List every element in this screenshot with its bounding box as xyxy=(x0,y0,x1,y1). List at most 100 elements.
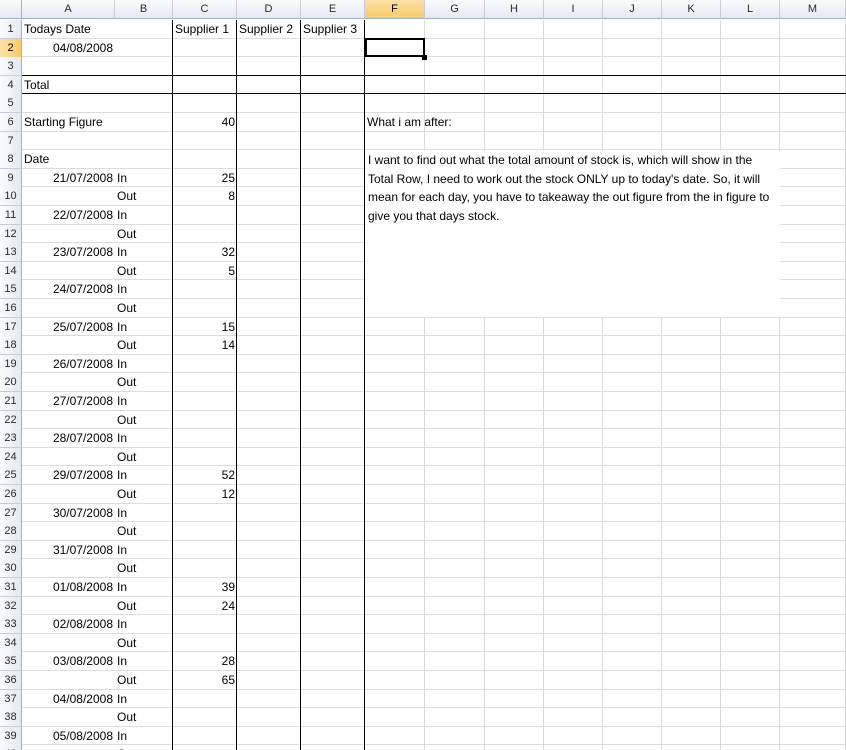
row-header-6[interactable]: 6 xyxy=(0,113,22,132)
out-label[interactable]: Out xyxy=(115,634,173,652)
column-header-i[interactable]: I xyxy=(544,0,603,19)
in-label[interactable]: In xyxy=(115,355,173,373)
out-label[interactable]: Out xyxy=(115,336,173,354)
row-header-32[interactable]: 32 xyxy=(0,597,22,616)
row-header-37[interactable]: 37 xyxy=(0,690,22,709)
row-header-39[interactable]: 39 xyxy=(0,727,22,746)
date-label[interactable]: Date xyxy=(22,150,115,168)
row-header-24[interactable]: 24 xyxy=(0,448,22,467)
out-value[interactable]: 14 xyxy=(173,336,237,354)
column-header-d[interactable]: D xyxy=(237,0,301,19)
row-header-30[interactable]: 30 xyxy=(0,559,22,578)
out-label[interactable]: Out xyxy=(115,262,173,280)
column-header-j[interactable]: J xyxy=(603,0,662,19)
in-label[interactable]: In xyxy=(115,727,173,745)
row-header-22[interactable]: 22 xyxy=(0,411,22,430)
in-label[interactable]: In xyxy=(115,504,173,522)
in-label[interactable]: In xyxy=(115,615,173,633)
in-label[interactable]: In xyxy=(115,169,173,187)
row-header-10[interactable]: 10 xyxy=(0,187,22,206)
row-header-27[interactable]: 27 xyxy=(0,504,22,523)
fill-handle[interactable] xyxy=(422,55,427,60)
row-header-25[interactable]: 25 xyxy=(0,466,22,485)
out-value[interactable]: 24 xyxy=(173,597,237,615)
out-label[interactable]: Out xyxy=(115,411,173,429)
column-header-c[interactable]: C xyxy=(173,0,237,19)
in-label[interactable]: In xyxy=(115,466,173,484)
row-header-35[interactable]: 35 xyxy=(0,652,22,671)
entry-date[interactable]: 24/07/2008 xyxy=(22,280,115,298)
row-header-8[interactable]: 8 xyxy=(0,150,22,169)
column-header-f[interactable]: F xyxy=(365,0,425,19)
in-value[interactable]: 15 xyxy=(173,318,237,336)
row-header-26[interactable]: 26 xyxy=(0,485,22,504)
in-label[interactable]: In xyxy=(115,690,173,708)
in-label[interactable]: In xyxy=(115,243,173,261)
row-header-13[interactable]: 13 xyxy=(0,243,22,262)
row-header-28[interactable]: 28 xyxy=(0,522,22,541)
starting-figure-value[interactable]: 40 xyxy=(173,113,237,131)
row-header-23[interactable]: 23 xyxy=(0,429,22,448)
in-value[interactable]: 28 xyxy=(173,652,237,670)
in-label[interactable]: In xyxy=(115,541,173,559)
in-label[interactable]: In xyxy=(115,578,173,596)
row-header-9[interactable]: 9 xyxy=(0,169,22,188)
row-header-12[interactable]: 12 xyxy=(0,225,22,244)
row-header-19[interactable]: 19 xyxy=(0,355,22,374)
entry-date[interactable]: 02/08/2008 xyxy=(22,615,115,633)
row-header-36[interactable]: 36 xyxy=(0,671,22,690)
out-value[interactable]: 5 xyxy=(173,262,237,280)
in-label[interactable]: In xyxy=(115,206,173,224)
in-value[interactable]: 25 xyxy=(173,169,237,187)
column-header-e[interactable]: E xyxy=(301,0,365,19)
in-value[interactable]: 39 xyxy=(173,578,237,596)
in-label[interactable]: In xyxy=(115,652,173,670)
out-label[interactable]: Out xyxy=(115,708,173,726)
row-header-31[interactable]: 31 xyxy=(0,578,22,597)
out-label[interactable]: Out xyxy=(115,485,173,503)
supplier-1-header[interactable]: Supplier 1 xyxy=(173,20,237,38)
out-label[interactable]: Out xyxy=(115,522,173,540)
out-value[interactable]: 8 xyxy=(173,187,237,205)
entry-date[interactable]: 22/07/2008 xyxy=(22,206,115,224)
out-label[interactable]: Out xyxy=(115,373,173,391)
todays-date-label[interactable]: Todays Date xyxy=(22,20,115,38)
row-header-4[interactable]: 4 xyxy=(0,76,22,95)
out-label[interactable]: Out xyxy=(115,597,173,615)
row-header-3[interactable]: 3 xyxy=(0,57,22,76)
spreadsheet[interactable]: Todays Date 04/08/2008 Supplier 1 Supplier … xyxy=(0,0,846,750)
supplier-3-header[interactable]: Supplier 3 xyxy=(301,20,365,38)
row-header-17[interactable]: 17 xyxy=(0,318,22,337)
row-header-20[interactable]: 20 xyxy=(0,373,22,392)
row-header-18[interactable]: 18 xyxy=(0,336,22,355)
entry-date[interactable]: 28/07/2008 xyxy=(22,429,115,447)
row-header-33[interactable]: 33 xyxy=(0,615,22,634)
active-cell-selection[interactable] xyxy=(365,38,425,57)
column-header-h[interactable]: H xyxy=(485,0,544,19)
column-header-m[interactable]: M xyxy=(780,0,846,19)
column-header-b[interactable]: B xyxy=(115,0,173,19)
starting-figure-label[interactable]: Starting Figure xyxy=(22,113,173,131)
row-header-29[interactable]: 29 xyxy=(0,541,22,560)
entry-date[interactable]: 25/07/2008 xyxy=(22,318,115,336)
note-title[interactable]: What i am after: xyxy=(365,113,603,131)
row-header-2[interactable]: 2 xyxy=(0,39,22,58)
out-value[interactable]: 12 xyxy=(173,485,237,503)
row-header-16[interactable]: 16 xyxy=(0,299,22,318)
in-label[interactable]: In xyxy=(115,280,173,298)
out-label[interactable]: Out xyxy=(115,559,173,577)
in-label[interactable]: In xyxy=(115,429,173,447)
row-header-1[interactable]: 1 xyxy=(0,20,22,39)
out-label[interactable]: Out xyxy=(115,745,173,750)
out-label[interactable]: Out xyxy=(115,448,173,466)
total-label[interactable]: Total xyxy=(22,76,115,94)
out-label[interactable]: Out xyxy=(115,299,173,317)
entry-date[interactable]: 01/08/2008 xyxy=(22,578,115,596)
row-header-21[interactable]: 21 xyxy=(0,392,22,411)
in-label[interactable]: In xyxy=(115,318,173,336)
out-label[interactable]: Out xyxy=(115,187,173,205)
entry-date[interactable]: 05/08/2008 xyxy=(22,727,115,745)
row-header-7[interactable]: 7 xyxy=(0,132,22,151)
row-header-38[interactable]: 38 xyxy=(0,708,22,727)
row-header-15[interactable]: 15 xyxy=(0,280,22,299)
